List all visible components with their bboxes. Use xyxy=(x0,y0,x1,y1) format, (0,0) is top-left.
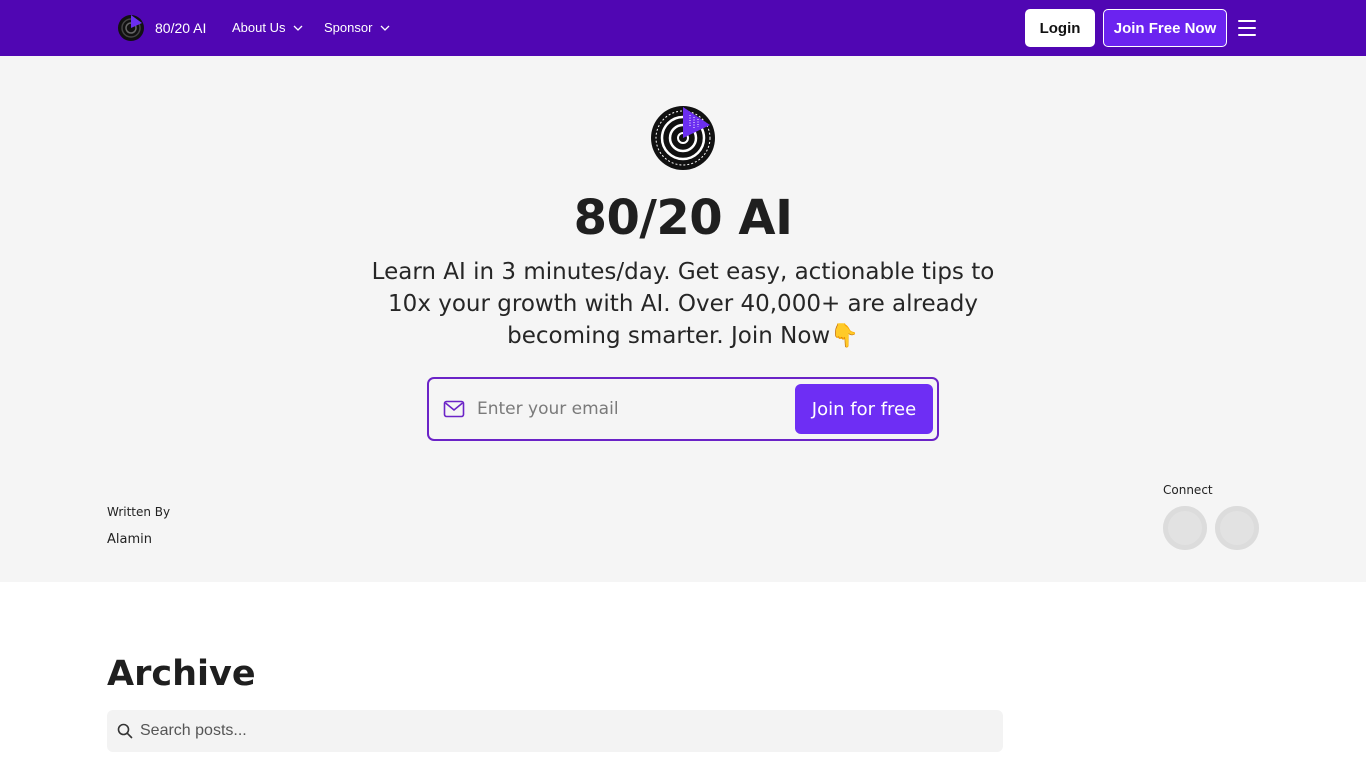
chevron-down-icon xyxy=(380,25,390,31)
publication-title: 80/20 AI xyxy=(573,190,793,246)
search-posts-input[interactable] xyxy=(140,716,980,746)
email-input[interactable] xyxy=(477,391,787,427)
nav-menu-label: About Us xyxy=(232,20,286,35)
search-icon xyxy=(117,723,133,739)
hamburger-icon[interactable] xyxy=(1238,20,1256,36)
search-bar xyxy=(107,710,1003,752)
chevron-down-icon xyxy=(294,25,303,31)
connect-label: Connect xyxy=(1163,483,1213,497)
login-button[interactable]: Login xyxy=(1025,9,1095,47)
join-free-now-button[interactable]: Join Free Now xyxy=(1103,9,1227,47)
top-nav: 80/20 AI About Us Sponsor Login Join Fre… xyxy=(0,0,1366,56)
publication-logo-icon xyxy=(651,106,715,170)
mail-icon xyxy=(443,400,465,418)
author-name[interactable]: Alamin xyxy=(107,532,152,547)
nav-menu-label: Sponsor xyxy=(324,20,373,35)
email-signup-form: Join for free xyxy=(427,377,939,441)
nav-menu-sponsor[interactable]: Sponsor xyxy=(324,20,390,35)
nav-menu-about-us[interactable]: About Us xyxy=(232,20,303,35)
hero-section: 80/20 AI Learn AI in 3 minutes/day. Get … xyxy=(0,56,1366,582)
social-link-1[interactable] xyxy=(1163,506,1207,550)
written-by-label: Written By xyxy=(107,505,171,519)
brand-name: 80/20 AI xyxy=(155,20,207,36)
brand-link[interactable]: 80/20 AI xyxy=(117,14,206,42)
join-for-free-button[interactable]: Join for free xyxy=(795,384,933,434)
brand-logo-icon xyxy=(118,15,144,41)
archive-heading: Archive xyxy=(107,654,256,694)
social-link-2[interactable] xyxy=(1215,506,1259,550)
publication-tagline: Learn AI in 3 minutes/day. Get easy, act… xyxy=(371,259,995,349)
